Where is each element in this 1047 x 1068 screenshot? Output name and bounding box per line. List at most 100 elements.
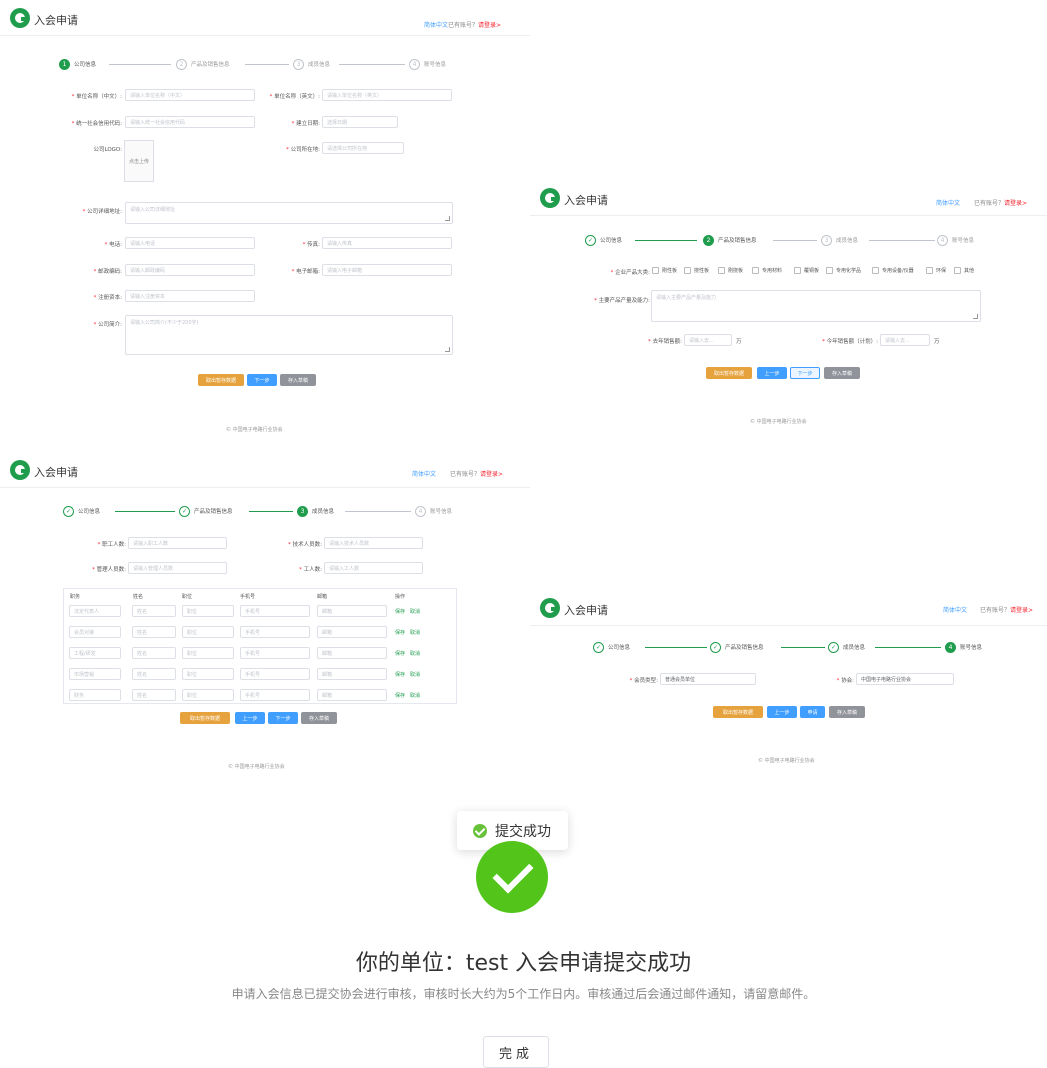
name-cell-input[interactable]: 姓名 [132, 668, 176, 680]
logo-icon [10, 460, 30, 480]
next-button[interactable]: 下一步 [790, 367, 820, 379]
capital-input[interactable]: 请输入注册资本 [125, 290, 255, 302]
row-save-link[interactable]: 保存 [395, 608, 405, 615]
role-select[interactable]: 财务 [69, 689, 121, 701]
category-checkbox[interactable]: 专用材料 [752, 267, 782, 274]
next-button[interactable]: 下一步 [268, 712, 298, 724]
phone-cell-input[interactable]: 手机号 [240, 626, 310, 638]
prev-button[interactable]: 上一步 [757, 367, 787, 379]
row-cancel-link[interactable]: 取消 [410, 608, 420, 615]
step-1: ✓ 公司信息 [593, 641, 630, 653]
language-switch[interactable]: 简体中文 [943, 605, 967, 614]
email-cell-input[interactable]: 邮箱 [317, 647, 387, 659]
position-cell-input[interactable]: 职位 [182, 605, 234, 617]
prev-button[interactable]: 上一步 [235, 712, 265, 724]
category-checkbox[interactable]: 专用设备/仪器 [872, 267, 914, 274]
fetch-draft-button[interactable]: 取出暂存数据 [198, 374, 244, 386]
done-button[interactable]: 完成 [483, 1036, 549, 1068]
main-products-textarea[interactable]: 请输入主要产品产量及能力 [651, 290, 981, 322]
this-year-sales-input[interactable]: 请输入去... [880, 334, 930, 346]
email-cell-input[interactable]: 邮箱 [317, 668, 387, 680]
category-checkbox[interactable]: 覆铜板 [794, 267, 819, 274]
step-2: 2 产品及销售信息 [176, 58, 230, 70]
logo-icon [10, 8, 30, 28]
row-cancel-link[interactable]: 取消 [410, 650, 420, 657]
founded-date-picker[interactable]: 选择日期 [322, 116, 398, 128]
login-link[interactable]: 请登录> [1004, 200, 1027, 207]
category-checkbox[interactable]: 刚挠板 [718, 267, 743, 274]
phone-cell-input[interactable]: 手机号 [240, 605, 310, 617]
phone-cell-input[interactable]: 手机号 [240, 689, 310, 701]
save-draft-button[interactable]: 存入草稿 [301, 712, 337, 724]
login-link[interactable]: 请登录> [1010, 607, 1033, 614]
save-draft-button[interactable]: 存入草稿 [280, 374, 316, 386]
footer: © 中国电子电路行业协会 [750, 419, 807, 425]
position-cell-input[interactable]: 职位 [182, 626, 234, 638]
email-input[interactable]: 请输入电子邮箱 [322, 264, 452, 276]
save-draft-button[interactable]: 存入草稿 [829, 706, 865, 718]
apply-button[interactable]: 申请 [800, 706, 825, 718]
next-button[interactable]: 下一步 [247, 374, 277, 386]
fax-input[interactable]: 请输入传真 [322, 237, 452, 249]
staff-count-input[interactable]: 请输入职工人数 [128, 537, 227, 549]
category-checkbox[interactable]: 专用化学品 [826, 267, 861, 274]
zip-input[interactable]: 请输入邮政编码 [125, 264, 255, 276]
login-link[interactable]: 请登录> [480, 471, 503, 478]
address-textarea[interactable]: 请输入公司详细地址 [125, 202, 453, 224]
phone-input[interactable]: 请输入电话 [125, 237, 255, 249]
tech-count-input[interactable]: 请输入技术人员数 [324, 537, 423, 549]
role-select[interactable]: 法定代表人 [69, 605, 121, 617]
worker-count-input[interactable]: 请输入工人数 [324, 562, 423, 574]
row-cancel-link[interactable]: 取消 [410, 692, 420, 699]
position-cell-input[interactable]: 职位 [182, 647, 234, 659]
fetch-draft-button[interactable]: 取出暂存数据 [180, 712, 230, 724]
header: 入会申请 简体中文 已有账号？请登录> [530, 180, 1047, 216]
row-save-link[interactable]: 保存 [395, 671, 405, 678]
location-select[interactable]: 请选择公司所在地 [322, 142, 404, 154]
phone-cell-input[interactable]: 手机号 [240, 647, 310, 659]
save-draft-button[interactable]: 存入草稿 [824, 367, 860, 379]
language-switch[interactable]: 简体中文 [936, 198, 960, 207]
row-save-link[interactable]: 保存 [395, 692, 405, 699]
name-en-input[interactable]: 请输入单位名称（英文） [322, 89, 452, 101]
category-checkbox[interactable]: 其他 [954, 267, 974, 274]
fetch-draft-button[interactable]: 取出暂存数据 [706, 367, 752, 379]
name-cell-input[interactable]: 姓名 [132, 605, 176, 617]
phone-cell-input[interactable]: 手机号 [240, 668, 310, 680]
row-save-link[interactable]: 保存 [395, 650, 405, 657]
last-year-sales-input[interactable]: 请输入去... [684, 334, 732, 346]
role-select[interactable]: 工程/研发 [69, 647, 121, 659]
category-checkbox[interactable]: 挠性板 [684, 267, 709, 274]
email-cell-input[interactable]: 邮箱 [317, 626, 387, 638]
name-cell-input[interactable]: 姓名 [132, 647, 176, 659]
logo-upload[interactable]: 点击上传 [124, 140, 154, 182]
intro-textarea[interactable]: 请输入公司简介(不少于200字) [125, 315, 453, 355]
credit-code-input[interactable]: 请输入统一社会信用代码 [125, 116, 255, 128]
staff-count-label: * 职工人数: [97, 542, 126, 548]
row-cancel-link[interactable]: 取消 [410, 671, 420, 678]
position-cell-input[interactable]: 职位 [182, 668, 234, 680]
fetch-draft-button[interactable]: 取出暂存数据 [713, 706, 763, 718]
step-4: 4 账号信息 [415, 505, 452, 517]
phone-label: * 电话: [104, 242, 122, 248]
language-switch[interactable]: 简体中文 [412, 469, 436, 478]
name-cell-input[interactable]: 姓名 [132, 689, 176, 701]
position-cell-input[interactable]: 职位 [182, 689, 234, 701]
row-cancel-link[interactable]: 取消 [410, 629, 420, 636]
row-save-link[interactable]: 保存 [395, 629, 405, 636]
prev-button[interactable]: 上一步 [767, 706, 797, 718]
login-link[interactable]: 请登录> [478, 22, 501, 29]
association-select[interactable]: 中国电子电路行业协会 [856, 673, 954, 685]
mgmt-count-input[interactable]: 请输入管理人员数 [128, 562, 227, 574]
category-checkbox[interactable]: 刚性板 [652, 267, 677, 274]
language-switch[interactable]: 简体中文 [424, 20, 448, 29]
category-checkbox[interactable]: 环保 [926, 267, 946, 274]
name-cn-input[interactable]: 请输入单位名称（中文） [125, 89, 255, 101]
role-select[interactable]: 会员对接 [69, 626, 121, 638]
member-type-select[interactable]: 普通会员单位 [660, 673, 756, 685]
email-cell-input[interactable]: 邮箱 [317, 689, 387, 701]
app-title: 入会申请 [34, 466, 78, 479]
role-select[interactable]: 市场营销 [69, 668, 121, 680]
name-cell-input[interactable]: 姓名 [132, 626, 176, 638]
email-cell-input[interactable]: 邮箱 [317, 605, 387, 617]
